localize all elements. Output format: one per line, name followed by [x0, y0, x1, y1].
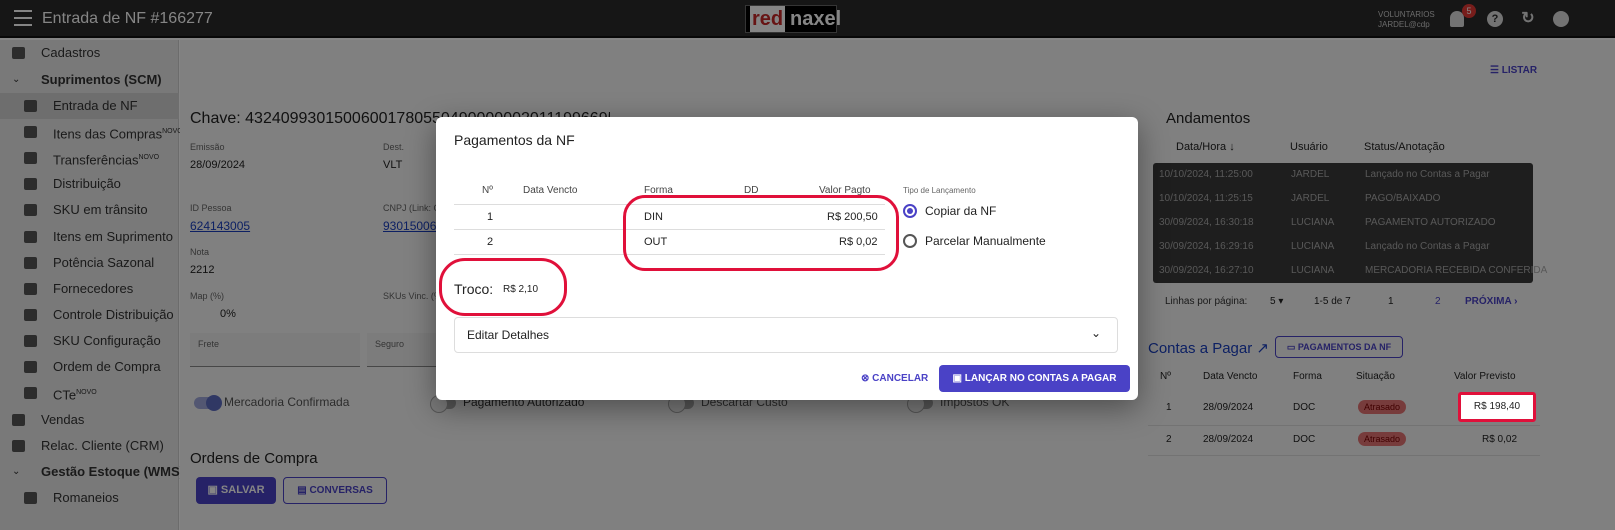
pagamentos-dialog: Pagamentos da NF Nº Data Vencto Forma DD…	[436, 117, 1138, 400]
dialog-title: Pagamentos da NF	[454, 132, 575, 148]
troco-label: Troco:	[454, 281, 494, 297]
radio-parcelar[interactable]	[903, 234, 917, 248]
header-data-vencto: Data Vencto	[523, 185, 578, 196]
save-icon: ▣	[952, 373, 965, 384]
radio-copiar-label[interactable]: Copiar da NF	[925, 204, 996, 218]
radio-parcelar-label[interactable]: Parcelar Manualmente	[925, 234, 1046, 248]
cancelar-button[interactable]: ⊗ CANCELAR	[861, 373, 928, 384]
tipo-lancamento-label: Tipo de Lançamento	[903, 186, 976, 195]
troco-value: R$ 2,10	[503, 284, 539, 295]
forma-highlight	[623, 195, 899, 271]
radio-copiar[interactable]	[903, 204, 917, 218]
cancel-icon: ⊗	[861, 373, 873, 384]
chevron-down-icon: ⌄	[1091, 326, 1102, 340]
valor-highlight: R$ 198,40	[1458, 392, 1536, 422]
header-n: Nº	[482, 185, 493, 196]
lancar-button[interactable]: ▣ LANÇAR NO CONTAS A PAGAR	[939, 365, 1130, 392]
editar-detalhes-accordion[interactable]: Editar Detalhes ⌄	[454, 317, 1118, 353]
